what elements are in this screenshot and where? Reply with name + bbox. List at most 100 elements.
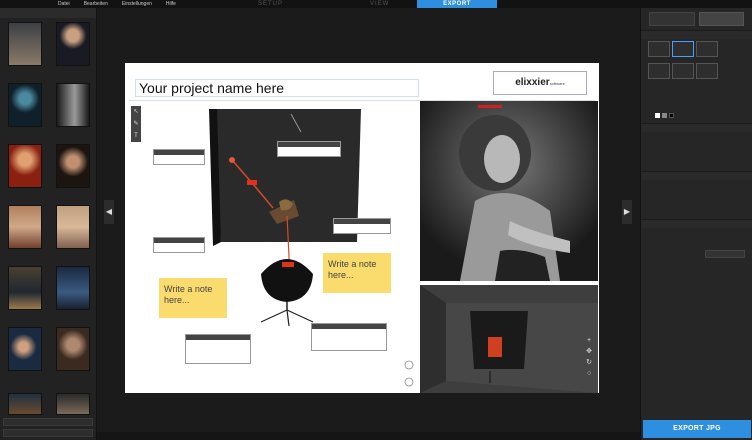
layout-option[interactable] xyxy=(648,63,670,79)
thumbnail-item[interactable] xyxy=(5,22,45,80)
tab-setup[interactable]: SETUP xyxy=(258,1,283,7)
fit-view-icon xyxy=(404,360,414,370)
thumbnail-image[interactable] xyxy=(56,205,90,249)
zoom-in-icon[interactable]: + xyxy=(586,335,592,346)
thumbnail-image[interactable] xyxy=(56,22,90,66)
project-title-input[interactable]: Your project name here xyxy=(135,79,419,97)
tab-export[interactable]: EXPORT xyxy=(417,0,497,8)
thumbnail-image[interactable] xyxy=(8,22,42,66)
library-button-1[interactable] xyxy=(3,418,93,426)
checkbox-row[interactable] xyxy=(641,187,752,194)
thumbnail-item[interactable] xyxy=(53,205,93,263)
settings-row[interactable] xyxy=(641,98,752,105)
export-jpg-button[interactable]: EXPORT JPG xyxy=(643,420,751,438)
section-layout[interactable] xyxy=(641,30,752,39)
format-option-2[interactable] xyxy=(698,12,744,26)
portrait-image xyxy=(420,101,598,281)
thumbnail-item[interactable] xyxy=(5,144,45,202)
thumbnail-item[interactable] xyxy=(5,266,45,324)
note-sticky[interactable]: Write a note here... xyxy=(323,253,391,293)
brand-name: elixxier xyxy=(515,77,550,88)
thumbnail-image[interactable] xyxy=(56,83,90,127)
color-swatch-white[interactable] xyxy=(655,113,660,118)
move-icon[interactable]: ✥ xyxy=(586,346,592,357)
checkbox-row[interactable] xyxy=(641,235,752,242)
layout-option[interactable] xyxy=(648,41,670,57)
equipment-label[interactable] xyxy=(153,237,205,253)
thumbnail-grid xyxy=(5,22,93,385)
small-button[interactable] xyxy=(705,250,745,258)
setup-library-panel xyxy=(0,8,97,440)
thumbnail-item[interactable] xyxy=(53,22,93,80)
checkbox-row[interactable] xyxy=(641,153,752,160)
thumbnail-item[interactable] xyxy=(5,327,45,385)
equipment-label-body xyxy=(154,243,204,245)
setup-3d-view: + ✥ ↻ ○ xyxy=(420,285,598,393)
thumbnail-image[interactable] xyxy=(56,266,90,310)
menu-help[interactable]: Hilfe xyxy=(166,1,176,7)
thumbnail-item[interactable] xyxy=(5,83,45,141)
checkbox-row[interactable] xyxy=(641,160,752,167)
thumbnail-item[interactable] xyxy=(53,144,93,202)
lighting-diagram: ↖ ✎ T Write a note here... Write a note … xyxy=(129,104,417,391)
section-3[interactable] xyxy=(641,171,752,180)
reset-icon[interactable]: ○ xyxy=(586,368,592,379)
equipment-label-body xyxy=(278,147,340,149)
color-swatch-black[interactable] xyxy=(669,113,674,118)
equipment-label[interactable] xyxy=(311,323,387,351)
thumbnail-image[interactable] xyxy=(8,144,42,188)
export-settings-panel: EXPORT JPG xyxy=(640,8,752,440)
rotate-icon[interactable]: ↻ xyxy=(586,357,592,368)
settings-row[interactable] xyxy=(641,91,752,98)
equipment-label[interactable] xyxy=(277,141,341,157)
layout-option[interactable] xyxy=(696,63,718,79)
thumbnail-image[interactable] xyxy=(56,393,90,415)
checkbox-row[interactable] xyxy=(641,132,752,139)
color-swatch-grey[interactable] xyxy=(662,113,667,118)
dropdown-row[interactable] xyxy=(641,208,752,215)
tab-view[interactable]: VIEW xyxy=(370,1,389,7)
previous-arrow-icon[interactable]: ◀ xyxy=(104,200,114,224)
result-photo xyxy=(420,101,598,281)
equipment-label[interactable] xyxy=(185,334,251,364)
settings-row[interactable] xyxy=(641,105,752,112)
checkbox-row[interactable] xyxy=(641,139,752,146)
layout-option[interactable] xyxy=(696,41,718,57)
note-sticky[interactable]: Write a note here... xyxy=(159,278,227,318)
menu-settings[interactable]: Einstellungen xyxy=(122,1,152,7)
library-button-2[interactable] xyxy=(3,429,93,437)
checkbox-row[interactable] xyxy=(641,194,752,201)
equipment-label-body xyxy=(186,340,250,342)
layout-options xyxy=(641,39,752,83)
checkbox-row[interactable] xyxy=(641,228,752,235)
section-4[interactable] xyxy=(641,219,752,228)
thumbnail-image[interactable] xyxy=(8,327,42,371)
checkbox-row[interactable] xyxy=(641,180,752,187)
equipment-label[interactable] xyxy=(153,149,205,165)
dropdown-row[interactable] xyxy=(641,201,752,208)
thumbnail-item[interactable] xyxy=(53,83,93,141)
thumbnail-image[interactable] xyxy=(8,205,42,249)
checkbox-row[interactable] xyxy=(641,146,752,153)
face-shape xyxy=(484,135,520,183)
top-menu-bar: Datei Bearbeiten Einstellungen Hilfe SET… xyxy=(0,0,752,8)
format-option-1[interactable] xyxy=(649,12,695,26)
layout-option[interactable] xyxy=(672,63,694,79)
thumbnail-image[interactable] xyxy=(8,393,42,415)
thumbnail-image[interactable] xyxy=(8,266,42,310)
thumbnail-item[interactable] xyxy=(53,266,93,324)
stand-leg xyxy=(286,309,314,323)
thumbnail-item[interactable] xyxy=(5,205,45,263)
stand-leg xyxy=(286,309,290,327)
menu-file[interactable]: Datei xyxy=(58,1,70,7)
section-2[interactable] xyxy=(641,123,752,132)
next-arrow-icon[interactable]: ▶ xyxy=(622,200,632,224)
thumbnail-image[interactable] xyxy=(56,144,90,188)
thumbnail-image[interactable] xyxy=(8,83,42,127)
equipment-label-body xyxy=(312,329,386,331)
thumbnail-image[interactable] xyxy=(56,327,90,371)
equipment-label[interactable] xyxy=(333,218,391,234)
thumbnail-item[interactable] xyxy=(53,327,93,385)
menu-edit[interactable]: Bearbeiten xyxy=(84,1,108,7)
layout-option-selected[interactable] xyxy=(672,41,694,57)
